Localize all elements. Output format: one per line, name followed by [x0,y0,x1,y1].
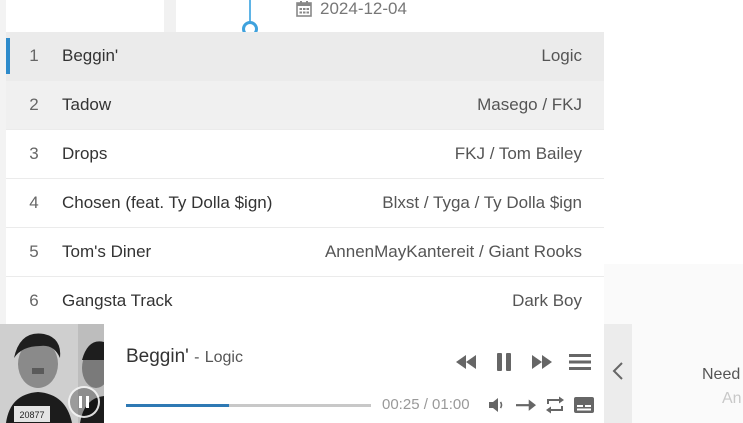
track-index: 3 [29,144,39,163]
volume-icon[interactable] [487,395,507,415]
now-playing: Beggin' - Logic [126,346,243,368]
track-artist: Logic [541,46,582,65]
playlist-item[interactable]: 4 Chosen (feat. Ty Dolla $ign) Blxst / T… [6,179,604,228]
post-date: 2024-12-04 [296,0,407,18]
track-index: 5 [29,242,39,261]
track-artist: AnnenMayKantereit / Giant Rooks [324,242,582,261]
playlist-item[interactable]: 5 Tom's Diner AnnenMayKantereit / Giant … [6,228,604,277]
track-title: Beggin' [62,46,119,65]
track-artist: Blxst / Tyga / Ty Dolla $ign [382,193,582,212]
order-icon[interactable] [516,395,536,415]
loop-icon[interactable] [545,395,565,415]
skip-forward-icon[interactable] [530,350,554,374]
calendar-icon [296,1,312,17]
track-artist: Masego / FKJ [477,95,582,114]
lyrics-icon[interactable] [574,395,594,415]
playlist-item[interactable]: 1 Beggin' Logic [6,32,604,81]
cover-text: 20877 [19,410,44,420]
playlist-item[interactable]: 3 Drops FKJ / Tom Bailey [6,130,604,179]
music-player: 20877 Beggin' - Logic 00:25 / 01:00 [0,324,604,423]
track-index: 6 [29,291,39,310]
page: 2024-12-04 Need An 1 Beggin' Logic 2 Tad… [0,0,743,423]
track-index: 1 [29,46,39,65]
background-card [604,32,743,265]
track-artist: Dark Boy [512,291,582,310]
playback-controls [454,350,592,374]
playlist: 1 Beggin' Logic 2 Tadow Masego / FKJ 3 D… [6,32,604,326]
track-title: Tadow [62,95,112,114]
cover-pause-icon[interactable] [68,386,100,418]
track-title: Drops [62,144,108,163]
background-band [164,0,176,32]
track-title: Gangsta Track [62,291,173,310]
progress-fill [126,404,229,407]
player-info: Beggin' - Logic 00:25 / 01:00 [104,324,604,423]
collapse-player-button[interactable] [604,324,632,423]
now-playing-title: Beggin' [126,346,189,367]
background-text-need: Need [702,366,741,383]
playlist-menu-icon[interactable] [568,350,592,374]
progress-bar[interactable] [126,404,371,407]
track-title: Tom's Diner [62,242,152,261]
background-text-an: An [722,390,742,407]
album-cover[interactable]: 20877 [0,324,104,423]
now-playing-separator: - [194,349,200,366]
playlist-item[interactable]: 2 Tadow Masego / FKJ [6,81,604,130]
secondary-controls [487,395,594,415]
track-title: Chosen (feat. Ty Dolla $ign) [62,193,273,212]
skip-back-icon[interactable] [454,350,478,374]
track-index: 2 [29,95,39,114]
playlist-item[interactable]: 6 Gangsta Track Dark Boy [6,277,604,326]
pause-icon[interactable] [492,350,516,374]
now-playing-artist: Logic [204,349,243,366]
chevron-left-icon [612,361,624,386]
post-date-text: 2024-12-04 [320,0,407,18]
time-display: 00:25 / 01:00 [382,396,470,413]
track-artist: FKJ / Tom Bailey [454,144,582,163]
track-index: 4 [29,193,39,212]
